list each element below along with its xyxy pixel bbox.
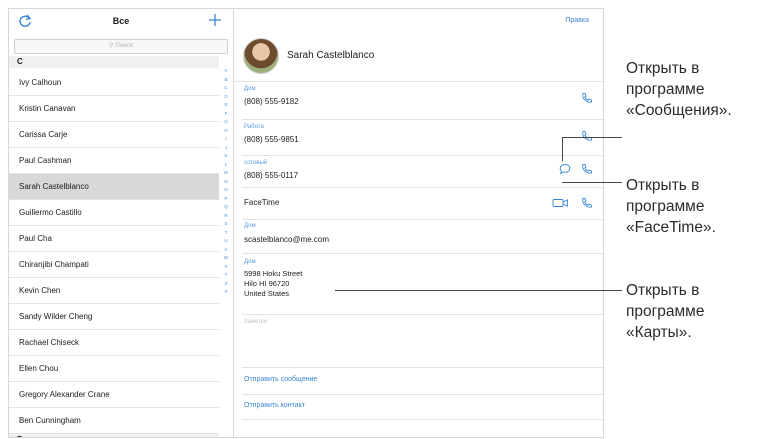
contact-row[interactable]: Gregory Alexander Crane xyxy=(9,382,219,408)
index-letter[interactable]: V xyxy=(220,246,232,255)
index-letter[interactable]: G xyxy=(220,118,232,127)
index-letter[interactable]: L xyxy=(220,161,232,170)
callout-messages: Открыть в программе «Сообщения». xyxy=(626,60,732,119)
phone-icon[interactable] xyxy=(581,130,593,142)
divider xyxy=(242,394,603,395)
contact-row[interactable]: Paul Cashman xyxy=(9,148,219,174)
index-letter[interactable]: J xyxy=(220,144,232,153)
list-toolbar: Все xyxy=(9,9,233,35)
contact-row[interactable]: Paul Cha xyxy=(9,226,219,252)
email-value[interactable]: scastelblanco@me.com xyxy=(244,235,329,245)
contact-row[interactable]: Kristin Canavan xyxy=(9,96,219,122)
notes-label[interactable]: Заметки xyxy=(244,319,267,325)
facetime-label: FaceTime xyxy=(244,198,280,207)
divider xyxy=(242,187,603,188)
index-letter[interactable]: E xyxy=(220,101,232,110)
index-letter[interactable]: B xyxy=(220,76,232,85)
divider xyxy=(242,419,603,420)
index-letter[interactable]: Z xyxy=(220,280,232,289)
contact-row[interactable]: Kevin Chen xyxy=(9,278,219,304)
contact-row[interactable]: Carissa Carje xyxy=(9,122,219,148)
index-letter[interactable]: H xyxy=(220,127,232,136)
index-letter[interactable]: U xyxy=(220,237,232,246)
divider xyxy=(242,219,603,220)
phone-label-home: Дом xyxy=(244,86,256,92)
index-letter[interactable]: K xyxy=(220,152,232,161)
plus-icon[interactable] xyxy=(208,13,222,27)
address-value[interactable]: 5998 Hoku Street Hilo HI 96720 United St… xyxy=(244,269,302,299)
divider xyxy=(242,367,603,368)
phone-value-mobile[interactable]: (808) 555-0117 xyxy=(244,171,298,181)
divider xyxy=(242,119,603,120)
search-icon: ⚲ xyxy=(109,43,114,49)
callout-leader-messages xyxy=(562,137,622,138)
index-letter[interactable]: Y xyxy=(220,271,232,280)
message-icon[interactable] xyxy=(559,163,571,175)
edit-button[interactable]: Правка xyxy=(565,17,589,24)
index-letter[interactable]: I xyxy=(220,135,232,144)
contact-row[interactable]: Rachael Chiseck xyxy=(9,330,219,356)
search-placeholder: Поиск xyxy=(115,43,133,49)
phone-label-work: Работа xyxy=(244,124,264,130)
section-header-c: C xyxy=(9,56,219,68)
callout-leader-maps xyxy=(335,290,622,291)
phone-icon[interactable] xyxy=(581,92,593,104)
index-letter[interactable]: D xyxy=(220,93,232,102)
contact-row[interactable]: Ellen Chou xyxy=(9,356,219,382)
contact-row[interactable]: Sarah Castelblanco xyxy=(9,174,219,200)
section-header-e: E xyxy=(9,434,219,437)
index-letter[interactable]: X xyxy=(220,263,232,272)
list-title: Все xyxy=(112,16,130,26)
callout-leader-facetime xyxy=(562,182,622,183)
contact-row[interactable]: Ben Cunningham xyxy=(9,408,219,434)
contact-detail-pane: Правка Sarah Castelblanco Дом (808) 555-… xyxy=(234,9,603,437)
divider xyxy=(234,81,603,82)
contact-name: Sarah Castelblanco xyxy=(287,50,375,61)
index-letter[interactable]: # xyxy=(220,288,232,297)
index-letter[interactable]: W xyxy=(220,254,232,263)
index-letter[interactable]: Q xyxy=(220,203,232,212)
contacts-list-pane: Все ⚲ Поиск C Ivy Calhoun Kristin Canavan… xyxy=(9,9,234,437)
index-letter[interactable]: P xyxy=(220,195,232,204)
address-label: Дом xyxy=(244,259,256,265)
contact-row[interactable]: Ivy Calhoun xyxy=(9,70,219,96)
email-label: Дом xyxy=(244,223,256,229)
avatar xyxy=(243,38,279,74)
index-letter[interactable]: R xyxy=(220,212,232,221)
index-letter[interactable]: A xyxy=(220,67,232,76)
phone-value-home[interactable]: (808) 555-9182 xyxy=(244,97,299,107)
callout-maps: Открыть в программе «Карты». xyxy=(626,282,705,341)
divider xyxy=(242,253,603,254)
share-contact-link[interactable]: Отправить контакт xyxy=(244,402,305,409)
index-letter[interactable]: N xyxy=(220,178,232,187)
index-letter[interactable]: T xyxy=(220,229,232,238)
contact-row[interactable]: Sandy Wilder Cheng xyxy=(9,304,219,330)
index-letter[interactable]: M xyxy=(220,169,232,178)
index-letter[interactable]: C xyxy=(220,84,232,93)
contacts-app-window: Все ⚲ Поиск C Ivy Calhoun Kristin Canavan… xyxy=(8,8,604,438)
phone-icon[interactable] xyxy=(581,163,593,175)
divider xyxy=(242,314,603,315)
callout-facetime: Открыть в программе «FaceTime». xyxy=(626,177,716,236)
contact-list: Ivy Calhoun Kristin Canavan Carissa Carje P… xyxy=(9,70,219,434)
phone-label-mobile: сотовый xyxy=(244,160,268,166)
video-camera-icon[interactable] xyxy=(552,197,570,209)
index-letter[interactable]: F xyxy=(220,110,232,119)
alphabet-index[interactable]: A B C D E F G H I J K L M N O P Q R S T U V W X Y Z # xyxy=(220,67,232,297)
contact-row[interactable]: Guillermo Castillo xyxy=(9,200,219,226)
send-message-link[interactable]: Отправить сообщение xyxy=(244,376,317,383)
divider xyxy=(242,155,603,156)
index-letter[interactable]: S xyxy=(220,220,232,229)
index-letter[interactable]: O xyxy=(220,186,232,195)
contact-row[interactable]: Chiranjibi Champati xyxy=(9,252,219,278)
search-input[interactable]: ⚲ Поиск xyxy=(14,39,228,54)
phone-icon[interactable] xyxy=(581,197,593,209)
phone-value-work[interactable]: (808) 555-9851 xyxy=(244,135,299,145)
callout-leader-messages-vertical xyxy=(562,137,563,161)
